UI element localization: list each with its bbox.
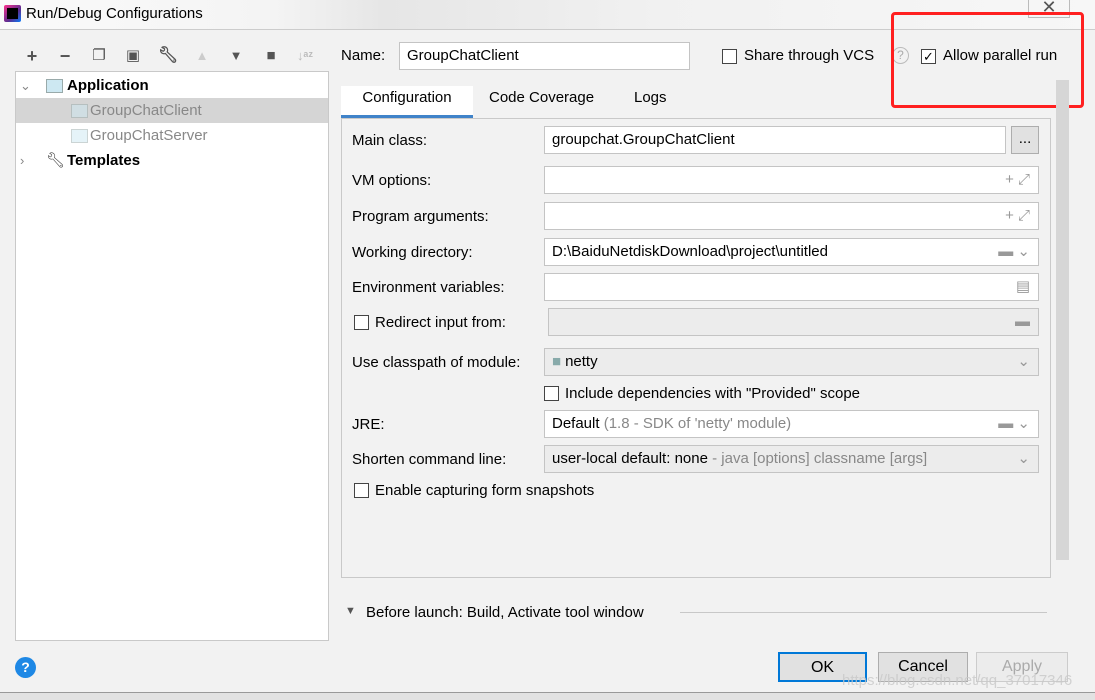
expand-icon[interactable]: + ⤢ bbox=[1005, 167, 1030, 193]
chevron-down-icon[interactable]: ⌄ bbox=[1017, 349, 1030, 375]
include-deps-label: Include dependencies with "Provided" sco… bbox=[565, 385, 861, 402]
tab-configuration[interactable]: Configuration bbox=[341, 86, 473, 118]
tree-node-application[interactable]: ⌄ Application bbox=[16, 73, 328, 98]
folder-dropdown-icon[interactable]: ▬ ⌄ bbox=[998, 239, 1030, 265]
share-vcs-label: Share through VCS bbox=[744, 47, 875, 64]
folder-dropdown-icon[interactable]: ▬ ⌄ bbox=[998, 411, 1030, 437]
expand-icon[interactable]: + ⤢ bbox=[1005, 203, 1030, 229]
application-config-icon bbox=[71, 104, 88, 118]
minus-icon[interactable]: − bbox=[54, 45, 76, 67]
snapshots-checkbox[interactable] bbox=[354, 483, 369, 498]
plus-icon[interactable]: + bbox=[21, 45, 43, 67]
shorten-select[interactable]: user-local default: none - java [options… bbox=[544, 445, 1039, 473]
application-config-icon bbox=[71, 129, 88, 143]
env-vars-input[interactable]: ▤ bbox=[544, 273, 1039, 301]
tree-item[interactable]: GroupChatServer bbox=[16, 123, 328, 148]
include-deps-checkbox[interactable] bbox=[544, 386, 559, 401]
jre-label: JRE: bbox=[352, 416, 385, 433]
redirect-input: ▬ bbox=[548, 308, 1039, 336]
classpath-label: Use classpath of module: bbox=[352, 354, 521, 371]
wrench-icon[interactable]: 🔧︎ bbox=[157, 45, 179, 67]
tab-code-coverage[interactable]: Code Coverage bbox=[489, 86, 594, 118]
jre-select[interactable]: Default (1.8 - SDK of 'netty' module) ▬ ⌄ bbox=[544, 410, 1039, 438]
document-icon[interactable]: ▤ bbox=[1016, 274, 1030, 300]
main-class-label: Main class: bbox=[352, 132, 428, 149]
collapse-triangle-icon[interactable]: ▼ bbox=[345, 605, 356, 617]
chevron-down-icon[interactable]: ⌄ bbox=[1017, 446, 1030, 472]
arrow-up-icon[interactable]: ▲ bbox=[191, 45, 213, 67]
window-bottom-edge bbox=[0, 692, 1095, 700]
save-icon[interactable]: ▣ bbox=[122, 45, 144, 67]
tab-logs[interactable]: Logs bbox=[634, 86, 667, 118]
vm-options-input[interactable]: + ⤢ bbox=[544, 166, 1039, 194]
redirect-label: Redirect input from: bbox=[375, 314, 506, 331]
program-args-input[interactable]: + ⤢ bbox=[544, 202, 1039, 230]
snapshots-label: Enable capturing form snapshots bbox=[375, 482, 595, 499]
before-launch-label[interactable]: Before launch: Build, Activate tool wind… bbox=[366, 604, 644, 621]
window-title: Run/Debug Configurations bbox=[26, 5, 203, 22]
vm-options-label: VM options: bbox=[352, 172, 432, 189]
sort-alpha-icon[interactable]: ↓ᵃᶻ bbox=[294, 45, 316, 67]
working-dir-input[interactable]: D:\BaiduNetdiskDownload\project\untitled… bbox=[544, 238, 1039, 266]
divider bbox=[680, 612, 1047, 613]
tree-item[interactable]: GroupChatClient bbox=[16, 98, 328, 123]
watermark: https://blog.csdn.net/qq_37017346 bbox=[842, 672, 1073, 689]
name-label: Name: bbox=[341, 47, 386, 64]
name-input[interactable]: GroupChatClient bbox=[399, 42, 690, 70]
browse-button[interactable]: ... bbox=[1011, 126, 1039, 154]
share-vcs-checkbox[interactable] bbox=[722, 49, 737, 64]
main-class-input[interactable]: groupchat.GroupChatClient bbox=[544, 126, 1006, 154]
classpath-select[interactable]: ■ netty ⌄ bbox=[544, 348, 1039, 376]
intellij-icon bbox=[4, 5, 21, 22]
arrow-down-icon[interactable]: ▼ bbox=[225, 45, 247, 67]
help-button[interactable]: ? bbox=[15, 657, 36, 678]
chevron-down-icon[interactable]: ⌄ bbox=[20, 73, 31, 98]
new-folder-icon[interactable]: ■ bbox=[260, 45, 282, 67]
redirect-checkbox[interactable] bbox=[354, 315, 369, 330]
copy-icon[interactable]: ❐ bbox=[88, 45, 110, 67]
working-dir-label: Working directory: bbox=[352, 244, 473, 261]
configuration-tree[interactable]: ⌄ Application GroupChatClient GroupChatS… bbox=[15, 71, 329, 641]
chevron-right-icon[interactable]: › bbox=[20, 148, 24, 173]
env-vars-label: Environment variables: bbox=[352, 279, 505, 296]
folder-icon[interactable]: ▬ bbox=[1015, 309, 1030, 335]
application-icon bbox=[46, 79, 63, 93]
scrollbar[interactable] bbox=[1056, 80, 1069, 560]
tree-node-templates[interactable]: › 🔧︎ Templates bbox=[16, 148, 328, 173]
wrench-icon: 🔧︎ bbox=[46, 152, 66, 169]
program-args-label: Program arguments: bbox=[352, 208, 489, 225]
shorten-label: Shorten command line: bbox=[352, 451, 507, 468]
module-icon: ■ bbox=[552, 353, 562, 370]
